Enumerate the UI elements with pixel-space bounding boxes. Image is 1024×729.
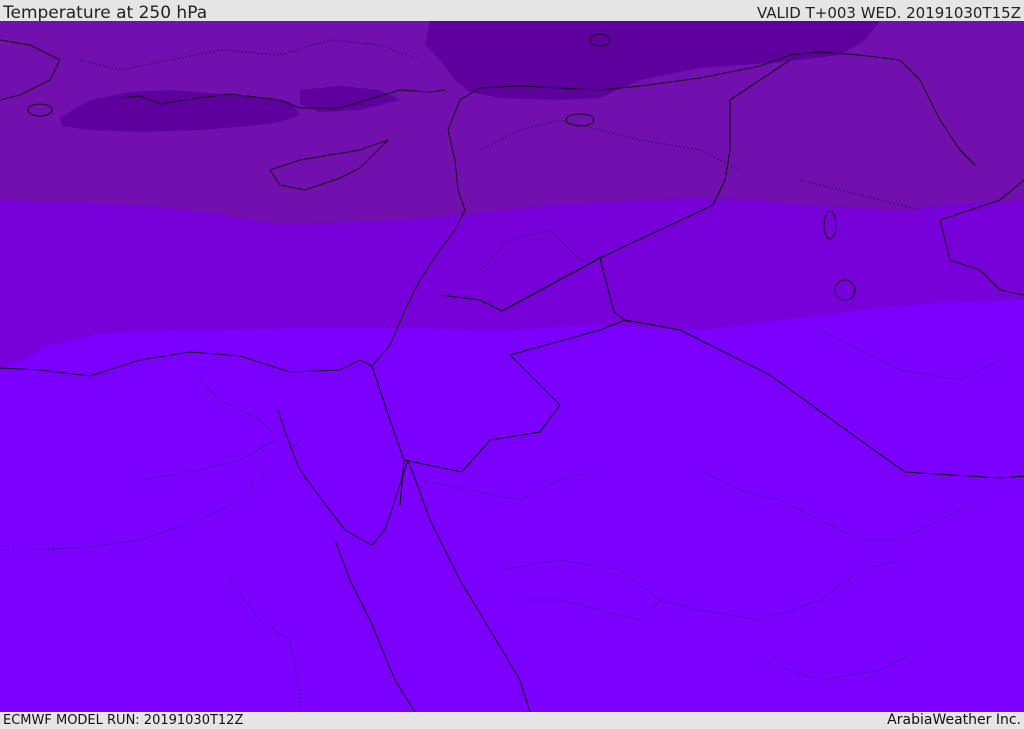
map-canvas: [0, 21, 1024, 712]
credit-text: ArabiaWeather Inc.: [887, 712, 1021, 728]
valid-time: VALID T+003 WED. 20191030T15Z: [756, 4, 1021, 22]
map-header: Temperature at 250 hPa VALID T+003 WED. …: [0, 0, 1024, 23]
temperature-map[interactable]: [0, 21, 1024, 712]
model-run: ECMWF MODEL RUN: 20191030T12Z: [3, 713, 244, 728]
map-footer: ECMWF MODEL RUN: 20191030T12Z ArabiaWeat…: [0, 712, 1024, 729]
map-title: Temperature at 250 hPa: [3, 3, 208, 23]
